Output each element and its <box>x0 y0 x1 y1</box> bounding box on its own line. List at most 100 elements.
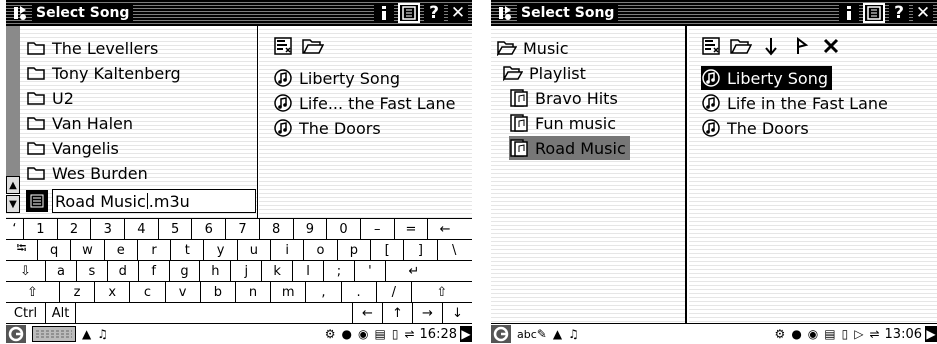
help-button[interactable]: ? <box>889 3 909 23</box>
keyboard-key[interactable]: ⇩ <box>6 261 46 281</box>
keyboard-key[interactable]: ↵ <box>386 261 442 281</box>
clipboard-icon[interactable]: ▤ <box>375 327 386 341</box>
playlist-song-item[interactable]: Liberty Song <box>701 66 833 90</box>
play-arrow-icon[interactable]: ▶ <box>460 326 472 342</box>
keyboard-key[interactable]: ‘ <box>6 219 24 239</box>
globe-icon[interactable]: ● <box>791 327 801 341</box>
ctrl-key[interactable]: Ctrl <box>6 303 46 323</box>
keyboard-key[interactable]: ⇧ <box>412 282 472 302</box>
playlist-song-item[interactable]: Life in the Fast Lane <box>701 91 888 115</box>
keyboard-key[interactable]: m <box>271 282 307 302</box>
info-icon[interactable] <box>374 3 394 23</box>
keyboard-key[interactable]: ' <box>355 261 386 281</box>
arrow-down-key[interactable]: ↓ <box>443 303 472 323</box>
keyboard-key[interactable]: o <box>304 240 338 260</box>
keyboard-key[interactable]: ⭾ <box>6 240 38 260</box>
keyboard-key[interactable]: q <box>38 240 72 260</box>
keyboard-icon[interactable] <box>32 326 76 342</box>
tree-item-bravo-hits[interactable]: Bravo Hits <box>509 86 618 110</box>
keyboard-key[interactable]: u <box>238 240 272 260</box>
tree-item-playlist[interactable]: Playlist <box>503 61 586 85</box>
scroll-down-button[interactable]: ▼ <box>6 195 20 213</box>
add-to-playlist-icon[interactable] <box>699 34 723 58</box>
close-button[interactable]: ✕ <box>913 3 933 23</box>
keyboard-key[interactable]: . <box>342 282 377 302</box>
folder-item[interactable]: Tony Kaltenberg <box>26 61 181 85</box>
folder-item[interactable]: The Levellers <box>26 36 158 60</box>
move-down-icon[interactable] <box>759 34 783 58</box>
keyboard-key[interactable]: ⇧ <box>6 282 60 302</box>
keyboard-key[interactable]: 7 <box>226 219 260 239</box>
menu-button[interactable] <box>863 3 885 23</box>
speaker-icon[interactable]: ♫ <box>568 327 579 341</box>
keyboard-key[interactable]: g <box>170 261 201 281</box>
play-arrow-icon[interactable]: ▶ <box>925 326 937 342</box>
song-list-pane[interactable]: Liberty Song Life... the Fast Lane The D… <box>259 26 472 218</box>
keyboard-key[interactable]: y <box>204 240 238 260</box>
keyboard-key[interactable]: / <box>377 282 412 302</box>
song-item[interactable]: The Doors <box>273 116 381 140</box>
shortcut-icon[interactable]: ⚙ <box>775 327 786 341</box>
expand-arrow-icon[interactable]: ▲ <box>553 327 562 341</box>
add-to-playlist-icon[interactable] <box>271 34 295 58</box>
keyboard-key[interactable]: 3 <box>91 219 126 239</box>
keyboard-key[interactable]: a <box>46 261 77 281</box>
keyboard-key[interactable]: d <box>108 261 139 281</box>
folder-item[interactable]: Vangelis <box>26 136 119 160</box>
keyboard-key[interactable]: \ <box>438 240 471 260</box>
keyboard-key[interactable]: c <box>130 282 166 302</box>
keyboard-key[interactable]: 0 <box>327 219 361 239</box>
playlist-song-item[interactable]: The Doors <box>701 116 809 140</box>
alt-key[interactable]: Alt <box>46 303 76 323</box>
keyboard-key[interactable]: [ <box>371 240 405 260</box>
keyboard-key[interactable]: 5 <box>159 219 193 239</box>
menu-button[interactable] <box>398 3 420 23</box>
folder-item[interactable]: Van Halen <box>26 111 133 135</box>
input-mode-label[interactable]: abc <box>517 328 537 341</box>
scroll-up-button[interactable]: ▲ <box>6 176 20 194</box>
keyboard-key[interactable]: 2 <box>58 219 92 239</box>
keyboard-key[interactable]: s <box>77 261 108 281</box>
arrow-right-key[interactable]: → <box>413 303 443 323</box>
keyboard-key[interactable]: l <box>293 261 325 281</box>
shortcut-icon[interactable]: ⚙ <box>325 327 336 341</box>
keyboard-key[interactable]: v <box>166 282 201 302</box>
tree-item-road-music[interactable]: Road Music <box>509 136 630 160</box>
keyboard-key[interactable]: n <box>236 282 272 302</box>
folder-item[interactable]: U2 <box>26 86 74 110</box>
keyboard-key[interactable]: ; <box>324 261 355 281</box>
keyboard-key[interactable]: 4 <box>125 219 159 239</box>
open-folder-icon[interactable] <box>301 34 325 58</box>
keyboard-key[interactable]: ← <box>428 219 462 239</box>
keyboard-key[interactable]: f <box>139 261 170 281</box>
keyboard-key[interactable]: p <box>338 240 371 260</box>
keyboard-key[interactable]: z <box>60 282 96 302</box>
keyboard-key[interactable]: x <box>95 282 131 302</box>
move-up-icon[interactable] <box>789 34 813 58</box>
playlist-content-pane[interactable]: Liberty Song Life in the Fast Lane The D… <box>689 26 937 323</box>
keyboard-key[interactable]: r <box>138 240 172 260</box>
keyboard-key[interactable]: 1 <box>24 219 58 239</box>
keyboard-key[interactable]: j <box>231 261 263 281</box>
home-icon[interactable] <box>491 325 511 343</box>
keyboard-key[interactable]: 8 <box>260 219 294 239</box>
folder-scrollbar[interactable] <box>6 26 20 176</box>
help-button[interactable]: ? <box>424 3 444 23</box>
open-folder-icon[interactable] <box>729 34 753 58</box>
keyboard-key[interactable]: = <box>395 219 429 239</box>
play-outline-icon[interactable]: ▷ <box>854 327 863 341</box>
delete-icon[interactable] <box>819 34 843 58</box>
keyboard-key[interactable]: w <box>71 240 105 260</box>
song-item[interactable]: Liberty Song <box>273 66 400 90</box>
app-icon[interactable] <box>10 3 30 23</box>
home-icon[interactable] <box>6 325 26 343</box>
tree-item-music[interactable]: Music <box>497 36 569 60</box>
speaker-icon[interactable]: ♫ <box>97 327 108 341</box>
keyboard-key[interactable]: , <box>306 282 342 302</box>
cd-icon[interactable]: ◉ <box>808 327 818 341</box>
cd-icon[interactable]: ◉ <box>358 327 368 341</box>
keyboard-key[interactable]: k <box>262 261 294 281</box>
keyboard-key[interactable]: – <box>361 219 395 239</box>
keyboard-key[interactable]: h <box>200 261 232 281</box>
playlist-tree-pane[interactable]: Music Playlist Bravo Hits Fun music Road… <box>491 26 687 323</box>
